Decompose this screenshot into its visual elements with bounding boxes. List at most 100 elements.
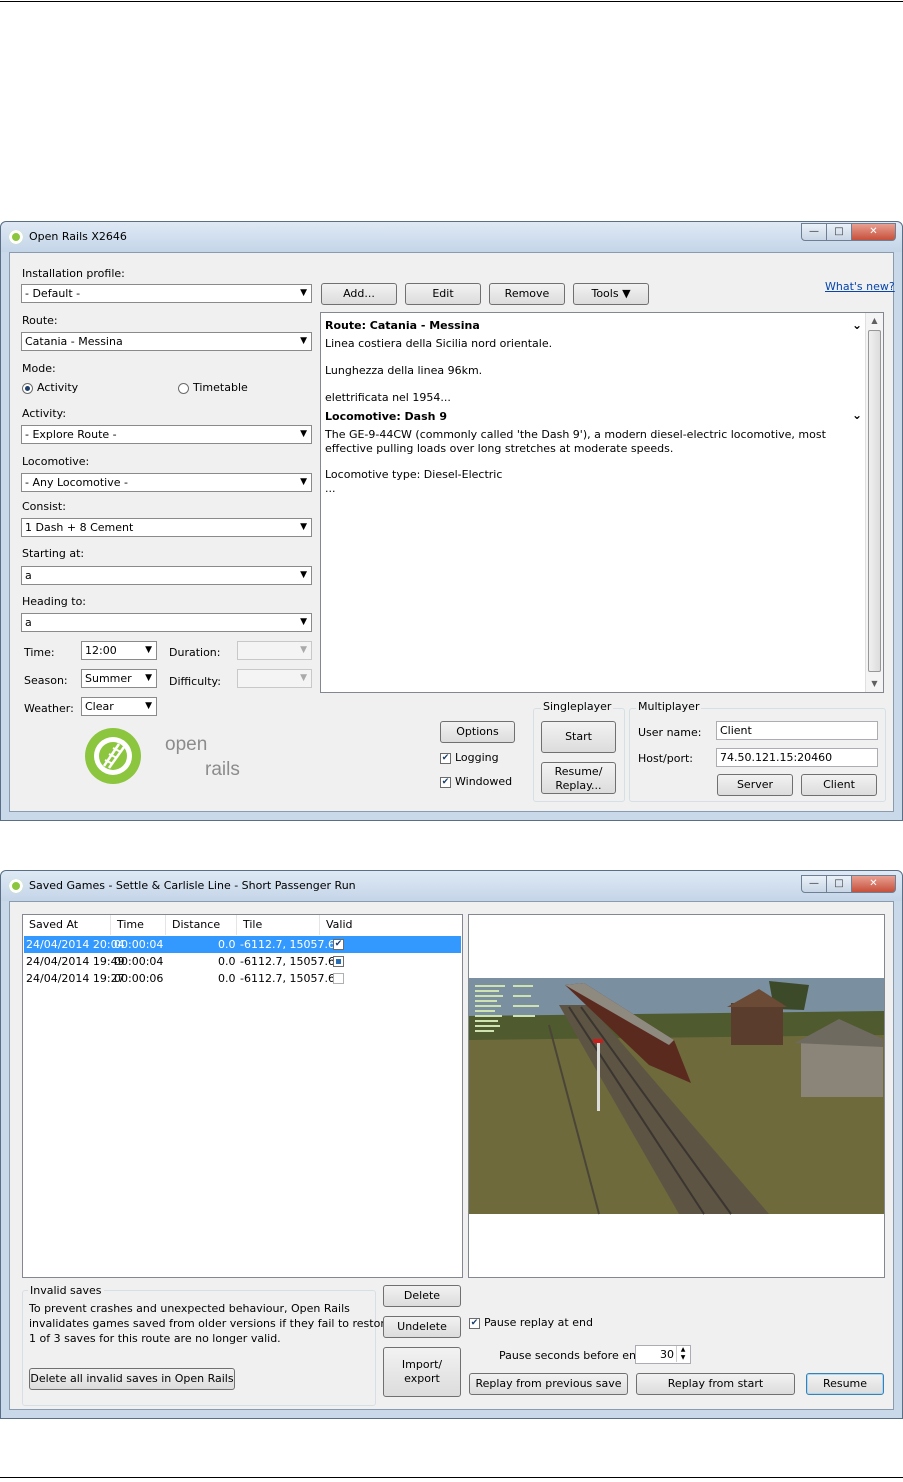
duration-select[interactable]: ▼ <box>237 641 312 660</box>
pause-replay-checkbox[interactable]: ✔ <box>469 1318 480 1329</box>
saved-games-client-area: Saved At Time Distance Tile Valid 24/04/… <box>9 901 894 1410</box>
saved-games-title: Saved Games - Settle & Carlisle Line - S… <box>29 879 356 892</box>
consist-value: 1 Dash + 8 Cement <box>25 521 134 534</box>
chevron-down-icon: ▼ <box>145 645 152 655</box>
mode-activity-radio[interactable] <box>22 383 33 394</box>
starting-at-select[interactable]: a ▼ <box>21 566 312 585</box>
spin-up-icon[interactable]: ▲ <box>676 1346 689 1354</box>
scrollbar-thumb[interactable] <box>868 330 881 672</box>
open-rails-app-icon <box>9 230 23 244</box>
scroll-up-icon[interactable]: ▲ <box>866 313 883 329</box>
tile-cell: -6112.7, 15057.6 <box>240 955 335 968</box>
saved-at-cell: 24/04/2014 19:49 <box>26 955 125 968</box>
options-button[interactable]: Options <box>440 721 515 743</box>
mode-timetable-radio[interactable] <box>178 383 189 394</box>
page-bottom-rule <box>0 1477 903 1478</box>
tile-cell: -6112.7, 15057.6 <box>240 938 335 951</box>
user-name-label: User name: <box>638 726 702 739</box>
saved-at-cell: 24/04/2014 20:04 <box>26 938 125 951</box>
installation-profile-select[interactable]: - Default - ▼ <box>21 284 312 303</box>
activity-label: Activity: <box>22 407 67 420</box>
column-header-distance[interactable]: Distance <box>166 915 237 935</box>
saved-at-cell: 24/04/2014 19:27 <box>26 972 125 985</box>
tile-cell: -6112.7, 15057.6 <box>240 972 335 985</box>
season-value: Summer <box>85 672 132 685</box>
chevron-down-icon: ▼ <box>300 570 307 580</box>
starting-at-value: a <box>25 569 32 582</box>
season-label: Season: <box>24 674 68 687</box>
train-screenshot-image <box>469 978 884 1215</box>
locomotive-description-line: Locomotive type: Diesel-Electric <box>325 468 503 481</box>
import-export-label: Import/ <box>401 1358 443 1371</box>
collapse-locomotive-chevron-icon[interactable]: ⌄ <box>852 408 862 422</box>
starting-at-label: Starting at: <box>22 547 85 560</box>
table-row[interactable]: 24/04/2014 19:49 00:00:04 0.0 -6112.7, 1… <box>24 953 461 970</box>
server-button[interactable]: Server <box>717 774 793 796</box>
resume-button[interactable]: Resume <box>806 1373 884 1395</box>
activity-value: - Explore Route - <box>25 428 117 441</box>
locomotive-select[interactable]: - Any Locomotive - ▼ <box>21 473 312 492</box>
close-icon[interactable]: ✕ <box>852 223 896 241</box>
difficulty-label: Difficulty: <box>169 675 221 688</box>
weather-value: Clear <box>85 700 114 713</box>
column-header-tile[interactable]: Tile <box>237 915 320 935</box>
maximize-icon[interactable]: □ <box>827 875 852 893</box>
spin-down-icon[interactable]: ▼ <box>676 1354 689 1362</box>
route-description-line: Lunghezza della linea 96km. <box>325 364 483 377</box>
route-select[interactable]: Catania - Messina ▼ <box>21 332 312 351</box>
weather-select[interactable]: Clear ▼ <box>81 697 157 716</box>
heading-to-select[interactable]: a ▼ <box>21 613 312 632</box>
activity-select[interactable]: - Explore Route - ▼ <box>21 425 312 444</box>
minimize-icon[interactable]: — <box>801 875 827 893</box>
difficulty-select[interactable]: ▼ <box>237 669 312 688</box>
invalid-saves-text: invalidates games saved from older versi… <box>29 1317 395 1330</box>
invalid-saves-text: 1 of 3 saves for this route are no longe… <box>29 1332 281 1345</box>
distance-cell: 0.0 <box>218 938 236 951</box>
remove-profile-button[interactable]: Remove <box>489 283 565 305</box>
main-window: Open Rails X2646 — □ ✕ Installation prof… <box>0 221 903 821</box>
tools-menu-button[interactable]: Tools ▼ <box>573 283 649 305</box>
column-header-time[interactable]: Time <box>111 915 166 935</box>
column-header-saved-at[interactable]: Saved At <box>23 915 111 935</box>
whats-new-link[interactable]: What's new? <box>825 280 895 293</box>
user-name-input[interactable]: Client <box>716 721 878 740</box>
pause-seconds-input[interactable]: 30 ▲ ▼ <box>635 1345 691 1364</box>
time-select[interactable]: 12:00 ▼ <box>81 641 157 660</box>
logo-text-open: open <box>165 734 208 755</box>
installation-profile-label: Installation profile: <box>22 267 125 280</box>
resume-replay-label: Resume/ <box>554 765 603 778</box>
replay-from-start-button[interactable]: Replay from start <box>636 1373 795 1395</box>
table-row[interactable]: 24/04/2014 20:04 00:00:04 0.0 -6112.7, 1… <box>24 936 461 953</box>
minimize-icon[interactable]: — <box>801 223 827 241</box>
multiplayer-label: Multiplayer <box>636 700 702 713</box>
chevron-down-icon: ▼ <box>145 673 152 683</box>
add-profile-button[interactable]: Add... <box>321 283 397 305</box>
resume-replay-button[interactable]: Resume/ Replay... <box>541 762 616 794</box>
close-icon[interactable]: ✕ <box>852 875 896 893</box>
windowed-checkbox[interactable]: ✔ <box>440 777 451 788</box>
scroll-down-icon[interactable]: ▼ <box>866 676 883 692</box>
import-export-button[interactable]: Import/ export <box>383 1347 461 1397</box>
undelete-button[interactable]: Undelete <box>383 1316 461 1338</box>
locomotive-description: Locomotive: Dash 9 The GE-9-44CW (common… <box>325 410 861 496</box>
logging-checkbox[interactable]: ✔ <box>440 753 451 764</box>
collapse-route-chevron-icon[interactable]: ⌄ <box>852 318 862 332</box>
replay-from-previous-save-button[interactable]: Replay from previous save <box>469 1373 628 1395</box>
edit-profile-button[interactable]: Edit <box>405 283 481 305</box>
column-header-valid[interactable]: Valid <box>320 915 462 935</box>
client-button[interactable]: Client <box>801 774 877 796</box>
start-button[interactable]: Start <box>541 721 616 753</box>
season-select[interactable]: Summer ▼ <box>81 669 157 688</box>
description-scrollbar[interactable]: ▲ ▼ <box>865 313 883 692</box>
host-port-input[interactable]: 74.50.121.15:20460 <box>716 748 878 767</box>
invalid-saves-explanation: To prevent crashes and unexpected behavi… <box>29 1301 395 1346</box>
maximize-icon[interactable]: □ <box>827 223 852 241</box>
description-panel: Route: Catania - Messina Linea costiera … <box>320 312 884 693</box>
delete-all-invalid-button[interactable]: Delete all invalid saves in Open Rails <box>29 1368 235 1390</box>
route-description: Route: Catania - Messina Linea costiera … <box>325 319 861 405</box>
delete-button[interactable]: Delete <box>383 1285 461 1307</box>
time-cell: 00:00:04 <box>114 955 164 968</box>
table-row[interactable]: 24/04/2014 19:27 00:00:06 0.0 -6112.7, 1… <box>24 970 461 987</box>
mode-timetable-label: Timetable <box>193 381 248 394</box>
consist-select[interactable]: 1 Dash + 8 Cement ▼ <box>21 518 312 537</box>
